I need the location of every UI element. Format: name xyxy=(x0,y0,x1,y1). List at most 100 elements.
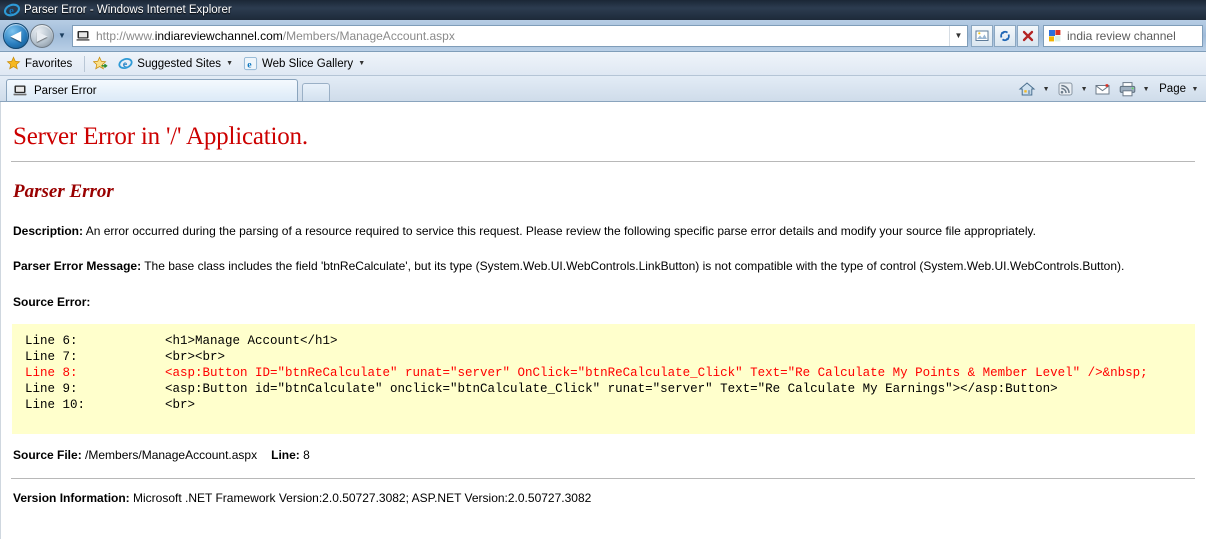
chevron-down-icon: ▼ xyxy=(1080,85,1088,93)
source-error-label: Source Error: xyxy=(13,294,91,309)
ie-logo-icon: e xyxy=(118,58,133,70)
page-menu-dropdown-button[interactable]: ▼ xyxy=(1188,79,1202,99)
tab-label: Parser Error xyxy=(34,84,97,97)
ie-logo-icon: e xyxy=(3,2,21,18)
code-line: Line 6: <h1>Manage Account</h1> xyxy=(13,333,1194,349)
parser-error-text: The base class includes the field 'btnRe… xyxy=(141,259,1125,274)
favorites-button[interactable]: Favorites xyxy=(6,56,72,71)
footer-divider xyxy=(11,477,1195,479)
web-slice-gallery-label: Web Slice Gallery xyxy=(262,57,354,70)
chevron-down-icon: ▼ xyxy=(1191,85,1199,93)
svg-text:e: e xyxy=(247,59,252,70)
version-info-row: Version Information: Microsoft .NET Fram… xyxy=(13,491,1195,505)
code-line: Line 7: <br><br> xyxy=(13,349,1194,365)
compatibility-view-button[interactable] xyxy=(971,24,993,47)
suggested-sites-button[interactable]: e Suggested Sites ▼ xyxy=(118,56,233,71)
back-button[interactable]: ◀ xyxy=(3,22,29,49)
version-label: Version Information: xyxy=(13,490,130,505)
home-dropdown-button[interactable]: ▼ xyxy=(1039,79,1053,99)
source-file-label: Source File: xyxy=(13,447,82,462)
close-icon xyxy=(1022,30,1034,41)
page-icon xyxy=(13,85,27,95)
search-box[interactable]: india review channel xyxy=(1043,24,1203,47)
feeds-dropdown-button[interactable]: ▼ xyxy=(1077,79,1091,99)
add-to-favorites-icon xyxy=(93,56,108,70)
star-icon xyxy=(6,56,21,70)
page-content: Server Error in '/' Application. Parser … xyxy=(0,102,1206,539)
title-divider xyxy=(11,161,1195,162)
page-menu-label[interactable]: Page xyxy=(1153,83,1188,95)
description-paragraph: Description: An error occurred during th… xyxy=(13,224,1195,238)
window-title: Parser Error - Windows Internet Explorer xyxy=(24,4,232,16)
google-icon xyxy=(1047,28,1063,44)
code-line: Line 9: <asp:Button id="btnCalculate" onc… xyxy=(13,381,1194,397)
compatibility-view-icon xyxy=(975,30,989,41)
code-line-number: Line 6: xyxy=(25,333,78,348)
source-file-value: /Members/ManageAccount.aspx xyxy=(81,447,258,462)
mail-icon xyxy=(1095,83,1110,94)
refresh-button[interactable] xyxy=(994,24,1016,47)
page-title: Server Error in '/' Application. xyxy=(13,123,308,150)
navigation-toolbar: ◀ ▶ ▼ http://www.indiareviewchannel.com/… xyxy=(0,20,1206,52)
stop-button[interactable] xyxy=(1017,24,1039,47)
address-bar[interactable]: http://www.indiareviewchannel.com/Member… xyxy=(72,24,968,47)
forward-arrow-icon: ▶ xyxy=(37,27,47,43)
chevron-down-icon: ▼ xyxy=(358,60,366,67)
feeds-button[interactable] xyxy=(1053,79,1077,99)
add-to-favorites-button[interactable] xyxy=(93,56,108,71)
mail-button[interactable] xyxy=(1091,79,1115,99)
forward-button[interactable]: ▶ xyxy=(30,23,54,48)
code-line-text: <asp:Button ID="btnReCalculate" runat="s… xyxy=(165,365,1148,380)
chevron-down-icon: ▼ xyxy=(954,31,963,40)
chevron-down-icon: ▼ xyxy=(1042,85,1050,93)
code-line-text: <asp:Button id="btnCalculate" onclick="b… xyxy=(165,381,1058,396)
address-text: http://www.indiareviewchannel.com/Member… xyxy=(96,28,455,43)
version-text: Microsoft .NET Framework Version:2.0.507… xyxy=(129,490,592,505)
error-subtitle: Parser Error xyxy=(13,181,114,202)
source-code-block: Line 6: <h1>Manage Account</h1> Line 7: <br… xyxy=(12,323,1195,434)
favorites-bar: Favorites e Suggested Sites ▼ e Web Slic… xyxy=(0,52,1206,76)
code-line-text: <br><br> xyxy=(165,349,226,364)
search-input-value: india review channel xyxy=(1067,28,1176,43)
source-file-row: Source File: /Members/ManageAccount.aspx… xyxy=(13,448,1195,462)
command-bar: ▼ ▼ ▼ Page ▼ xyxy=(1015,78,1202,100)
code-line-number: Line 10: xyxy=(25,397,86,412)
code-line: Line 10: <br> xyxy=(13,397,1194,413)
svg-text:e: e xyxy=(9,5,14,17)
print-dropdown-button[interactable]: ▼ xyxy=(1139,79,1153,99)
window-title-bar: e Parser Error - Windows Internet Explor… xyxy=(0,0,1206,20)
tab-parser-error[interactable]: Parser Error xyxy=(6,79,298,101)
back-arrow-icon: ◀ xyxy=(11,27,21,43)
description-text: An error occurred during the parsing of … xyxy=(83,224,1036,238)
code-line-number: Line 9: xyxy=(25,381,78,396)
refresh-icon xyxy=(1000,30,1010,41)
toolbar-divider xyxy=(84,55,86,72)
line-label: Line: xyxy=(271,447,300,462)
chevron-down-icon: ▼ xyxy=(1142,85,1150,93)
rss-feed-icon xyxy=(1058,82,1073,96)
ie-logo-icon: e xyxy=(243,56,258,70)
code-line-number: Line 8: xyxy=(25,365,78,380)
web-slice-gallery-button[interactable]: e Web Slice Gallery ▼ xyxy=(243,56,365,71)
parser-error-paragraph: Parser Error Message: The base class inc… xyxy=(13,259,1195,273)
code-line-text: <br> xyxy=(165,397,196,412)
page-favicon-icon xyxy=(76,28,92,44)
tab-bar: Parser Error ▼ ▼ ▼ Page ▼ xyxy=(0,76,1206,102)
chevron-down-icon: ▼ xyxy=(58,31,66,40)
printer-icon xyxy=(1119,82,1135,97)
chevron-down-icon: ▼ xyxy=(226,60,233,67)
new-tab-button[interactable] xyxy=(302,83,330,101)
line-value: 8 xyxy=(299,447,310,462)
code-line-number: Line 7: xyxy=(25,349,78,364)
print-button[interactable] xyxy=(1115,79,1139,99)
favorites-label: Favorites xyxy=(25,57,73,70)
home-icon xyxy=(1018,82,1036,96)
svg-text:e: e xyxy=(123,60,127,70)
code-line-text: <h1>Manage Account</h1> xyxy=(165,333,338,348)
home-button[interactable] xyxy=(1015,79,1039,99)
description-label: Description: xyxy=(13,224,84,238)
viewport-edge xyxy=(0,102,1,539)
code-line: Line 8: <asp:Button ID="btnReCalculate" r… xyxy=(13,365,1194,381)
address-dropdown-button[interactable]: ▼ xyxy=(949,25,967,46)
recent-pages-button[interactable]: ▼ xyxy=(55,23,69,49)
